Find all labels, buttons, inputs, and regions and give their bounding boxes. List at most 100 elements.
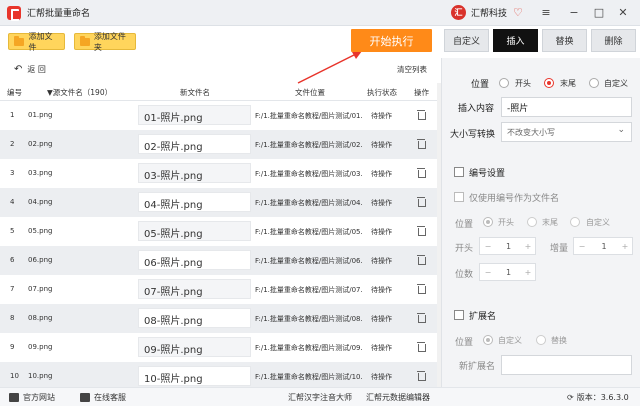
numbering-checkbox[interactable] — [454, 167, 464, 177]
add-folder-button[interactable]: 添加文件夹 — [74, 32, 136, 52]
ext-custom-radio[interactable] — [483, 335, 493, 345]
clear-list-button[interactable]: 清空列表 — [397, 64, 427, 75]
position-start-radio[interactable] — [499, 78, 509, 88]
row-index: 4 — [10, 198, 15, 206]
num-position-custom-radio[interactable] — [570, 217, 580, 227]
row-index: 8 — [10, 314, 15, 322]
trash-icon[interactable] — [417, 284, 426, 294]
table-row[interactable]: 8 08.png 08-照片.png F:/1.批量重命名教程/图片测试/08.png… — [0, 304, 437, 333]
row-source-name: 04.png — [28, 198, 53, 206]
num-position-end-radio[interactable] — [527, 217, 537, 227]
row-location: F:/1.批量重命名教程/图片测试/07.png — [255, 286, 363, 294]
tab-delete[interactable]: 删除 — [591, 29, 636, 52]
trash-icon[interactable] — [417, 226, 426, 236]
row-location: F:/1.批量重命名教程/图片测试/09.png — [255, 344, 363, 352]
table-row[interactable]: 7 07.png 07-照片.png F:/1.批量重命名教程/图片测试/07.png… — [0, 275, 437, 304]
tool-metadata-link[interactable]: 汇帮元数据编辑器 — [366, 392, 430, 403]
trash-icon[interactable] — [417, 371, 426, 381]
table-row[interactable]: 4 04.png 04-照片.png F:/1.批量重命名教程/图片测试/04.png… — [0, 188, 437, 217]
decrement-icon[interactable]: − — [480, 242, 496, 251]
step-value: 1 — [601, 241, 607, 251]
num-position-start-label: 开头 — [498, 218, 514, 227]
row-source-name: 07.png — [28, 285, 53, 293]
num-position-start-radio[interactable] — [483, 217, 493, 227]
minimize-icon[interactable]: − — [565, 4, 583, 20]
increment-icon[interactable]: + — [521, 242, 535, 251]
service-label: 在线客服 — [94, 393, 126, 402]
brand-logo-icon: 汇 — [451, 5, 466, 20]
decrement-icon[interactable]: − — [574, 242, 590, 251]
row-new-name[interactable]: 04-照片.png — [138, 192, 251, 212]
position-end-radio[interactable] — [544, 78, 554, 88]
trash-icon[interactable] — [417, 313, 426, 323]
increment-icon[interactable]: + — [521, 268, 535, 277]
start-button[interactable]: 开始执行 — [351, 29, 432, 52]
table-row[interactable]: 9 09.png 09-照片.png F:/1.批量重命名教程/图片测试/09.png… — [0, 333, 437, 362]
close-icon[interactable]: ✕ — [614, 4, 632, 20]
case-label: 大小写转换 — [450, 130, 496, 140]
ext-replace-radio[interactable] — [536, 335, 546, 345]
trash-icon[interactable] — [417, 110, 426, 120]
row-status: 待操作 — [371, 112, 392, 120]
table-row[interactable]: 1 01.png 01-照片.png F:/1.批量重命名教程/图片测试/01.png… — [0, 101, 437, 130]
step-stepper[interactable]: − 1 + — [573, 237, 633, 255]
position-label: 位置 — [471, 80, 490, 90]
header-new-name: 新文件名 — [180, 88, 210, 97]
folder-icon — [80, 35, 90, 46]
back-button[interactable]: ↶ 返 回 — [14, 64, 46, 75]
increment-icon[interactable]: + — [618, 242, 632, 251]
trash-icon[interactable] — [417, 342, 426, 352]
row-new-name[interactable]: 10-照片.png — [138, 366, 251, 386]
trash-icon[interactable] — [417, 255, 426, 265]
row-new-name[interactable]: 02-照片.png — [138, 134, 251, 154]
position-end-label: 末尾 — [560, 79, 576, 88]
digits-stepper[interactable]: − 1 + — [479, 263, 536, 281]
tab-replace[interactable]: 替换 — [542, 29, 587, 52]
only-number-checkbox[interactable] — [454, 192, 464, 202]
table-row[interactable]: 6 06.png 06-照片.png F:/1.批量重命名教程/图片测试/06.png… — [0, 246, 437, 275]
tab-insert[interactable]: 插入 — [493, 29, 538, 52]
heart-icon[interactable]: ♡ — [513, 6, 523, 19]
row-new-name[interactable]: 03-照片.png — [138, 163, 251, 183]
insert-content-input[interactable]: -照片 — [501, 97, 632, 117]
menu-icon[interactable]: ≡ — [537, 4, 555, 20]
only-number-label: 仅使用编号作为文件名 — [469, 194, 560, 204]
decrement-icon[interactable]: − — [480, 268, 496, 277]
ext-custom-label: 自定义 — [498, 336, 522, 345]
row-status: 待操作 — [371, 170, 392, 178]
row-new-name[interactable]: 01-照片.png — [138, 105, 251, 125]
header-source[interactable]: ▼源文件名（190） — [47, 87, 112, 98]
row-index: 10 — [10, 372, 19, 380]
add-file-button[interactable]: 添加文件 — [8, 32, 65, 52]
row-new-name[interactable]: 05-照片.png — [138, 221, 251, 241]
start-number-stepper[interactable]: − 1 + — [479, 237, 536, 255]
row-new-name[interactable]: 06-照片.png — [138, 250, 251, 270]
position-custom-radio[interactable] — [589, 78, 599, 88]
row-status: 待操作 — [371, 344, 392, 352]
table-row[interactable]: 5 05.png 05-照片.png F:/1.批量重命名教程/图片测试/05.png… — [0, 217, 437, 246]
row-new-name[interactable]: 07-照片.png — [138, 279, 251, 299]
num-position-label: 位置 — [455, 220, 474, 230]
brand: 汇 汇帮科技 ♡ — [451, 5, 523, 20]
extension-checkbox[interactable] — [454, 310, 464, 320]
row-new-name[interactable]: 09-照片.png — [138, 337, 251, 357]
new-ext-input[interactable] — [501, 355, 632, 375]
row-location: F:/1.批量重命名教程/图片测试/10.png — [255, 373, 363, 381]
table-row[interactable]: 2 02.png 02-照片.png F:/1.批量重命名教程/图片测试/02.png… — [0, 130, 437, 159]
case-select[interactable]: 不改变大小写 ⌄ — [501, 122, 632, 142]
table-row[interactable]: 3 03.png 03-照片.png F:/1.批量重命名教程/图片测试/03.png… — [0, 159, 437, 188]
maximize-icon[interactable]: □ — [590, 4, 608, 20]
position-custom-label: 自定义 — [604, 79, 628, 88]
tool-pinyin-link[interactable]: 汇帮汉字注音大师 — [288, 392, 352, 403]
row-status: 待操作 — [371, 199, 392, 207]
row-location: F:/1.批量重命名教程/图片测试/03.png — [255, 170, 363, 178]
row-status: 待操作 — [371, 257, 392, 265]
tab-custom[interactable]: 自定义 — [444, 29, 489, 52]
service-link[interactable]: 在线客服 — [80, 392, 126, 403]
row-status: 待操作 — [371, 141, 392, 149]
trash-icon[interactable] — [417, 168, 426, 178]
row-new-name[interactable]: 08-照片.png — [138, 308, 251, 328]
trash-icon[interactable] — [417, 139, 426, 149]
trash-icon[interactable] — [417, 197, 426, 207]
website-link[interactable]: 官方网站 — [9, 392, 55, 403]
